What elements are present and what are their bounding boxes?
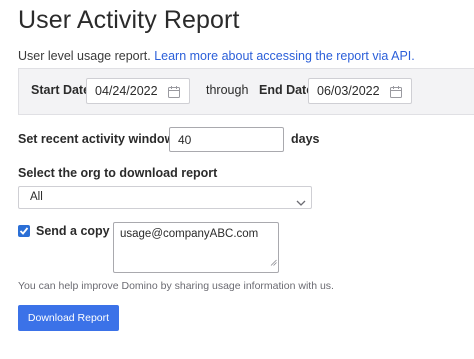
activity-window-unit: days xyxy=(291,132,320,146)
activity-window-input[interactable]: 40 xyxy=(169,127,284,152)
download-report-button[interactable]: Download Report xyxy=(18,305,119,331)
send-copy-checkbox[interactable] xyxy=(18,225,30,237)
activity-window-value: 40 xyxy=(178,133,192,147)
end-date-value: 06/03/2022 xyxy=(317,84,380,98)
send-copy-email-textarea[interactable]: usage@companyABC.com xyxy=(113,222,279,273)
start-date-input[interactable]: 04/24/2022 xyxy=(86,78,190,104)
resize-grip-icon[interactable] xyxy=(270,253,277,271)
org-select-value: All xyxy=(30,191,43,203)
page-subtitle: User level usage report. Learn more abou… xyxy=(18,49,415,63)
activity-window-label: Set recent activity window to xyxy=(18,132,190,146)
user-activity-report-page: User Activity Report User level usage re… xyxy=(0,0,474,359)
date-range-panel: Start Date 04/24/2022 through End Date 0… xyxy=(18,68,474,115)
page-title: User Activity Report xyxy=(18,6,240,34)
send-copy-label: Send a copy to xyxy=(36,224,125,238)
calendar-icon[interactable] xyxy=(168,85,180,103)
api-docs-link[interactable]: Learn more about accessing the report vi… xyxy=(154,49,415,63)
through-label: through xyxy=(206,83,249,97)
chevron-down-icon[interactable] xyxy=(296,194,306,212)
start-date-value: 04/24/2022 xyxy=(95,84,158,98)
calendar-icon[interactable] xyxy=(390,85,402,103)
org-select-label: Select the org to download report xyxy=(18,166,218,180)
checkmark-icon xyxy=(19,227,29,235)
end-date-input[interactable]: 06/03/2022 xyxy=(308,78,412,104)
end-date-label: End Date xyxy=(259,83,314,97)
org-select[interactable]: All xyxy=(18,186,312,209)
subtitle-text: User level usage report. xyxy=(18,49,151,63)
send-copy-email-value: usage@companyABC.com xyxy=(120,228,259,240)
help-text: You can help improve Domino by sharing u… xyxy=(18,280,334,292)
start-date-label: Start Date xyxy=(31,83,91,97)
